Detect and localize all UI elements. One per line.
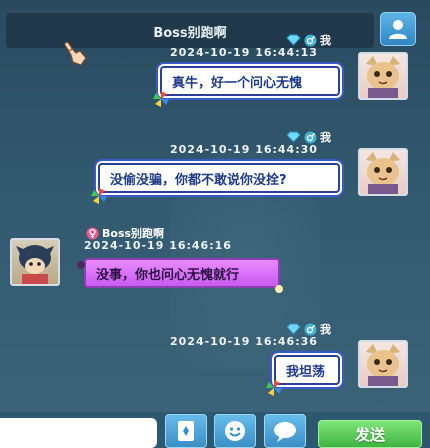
emoji-button[interactable]: [214, 414, 256, 448]
cat-portrait-icon: [366, 152, 400, 194]
person-icon: [389, 20, 407, 39]
contact-avatar[interactable]: [10, 238, 60, 286]
sender-name: 我: [320, 131, 331, 144]
male-badge-icon: [304, 131, 317, 143]
sparkle-icon: [275, 285, 283, 293]
speech-bubble-icon: [274, 422, 296, 442]
sender-name: 我: [320, 34, 331, 47]
card-icon: [178, 421, 194, 441]
bubble-decoration-icon: [77, 261, 85, 269]
message-text: 没偷没骗，你都不敢说你没拴?: [110, 172, 287, 188]
send-button[interactable]: 发送: [318, 420, 422, 448]
message-text: 我坦荡: [286, 364, 326, 380]
message-timestamp: 2024-10-19 16:46:36: [170, 335, 318, 348]
character-portrait-icon: [16, 245, 54, 284]
message-bubble[interactable]: 我坦荡: [274, 355, 340, 385]
message-bubble[interactable]: 没事，你也问心无愧就行: [84, 258, 280, 288]
pointer-hand-icon: [64, 41, 87, 66]
my-avatar[interactable]: [358, 148, 408, 196]
send-button-label: 发送: [354, 425, 385, 444]
message-timestamp: 2024-10-19 16:44:13: [170, 46, 318, 59]
male-badge-icon: [304, 323, 317, 335]
message-bubble[interactable]: 没偷没骗，你都不敢说你没拴?: [98, 163, 340, 193]
card-button[interactable]: [165, 414, 207, 448]
pinwheel-decoration-icon: [153, 91, 169, 107]
message-input[interactable]: [0, 418, 157, 448]
diamond-icon: [286, 131, 301, 143]
pinwheel-decoration-icon: [266, 380, 282, 396]
male-badge-icon: [304, 34, 317, 46]
message-bubble[interactable]: 真牛，好一个问心无愧: [160, 66, 340, 96]
message-timestamp: 2024-10-19 16:46:16: [84, 239, 232, 252]
diamond-icon: [286, 34, 301, 46]
sender-name: 我: [320, 323, 331, 336]
my-avatar[interactable]: [358, 52, 408, 100]
cat-portrait-icon: [366, 344, 400, 386]
pinwheel-decoration-icon: [91, 188, 107, 204]
my-avatar[interactable]: [358, 340, 408, 388]
emoji-icon: [225, 421, 245, 441]
voice-chat-button[interactable]: [264, 414, 306, 448]
female-badge-icon: [86, 227, 99, 239]
cat-portrait-icon: [366, 56, 400, 98]
message-text: 真牛，好一个问心无愧: [172, 75, 303, 91]
diamond-icon: [286, 323, 301, 335]
message-timestamp: 2024-10-19 16:44:30: [170, 143, 318, 156]
message-text: 没事，你也问心无愧就行: [96, 267, 240, 283]
profile-button[interactable]: [380, 12, 416, 46]
